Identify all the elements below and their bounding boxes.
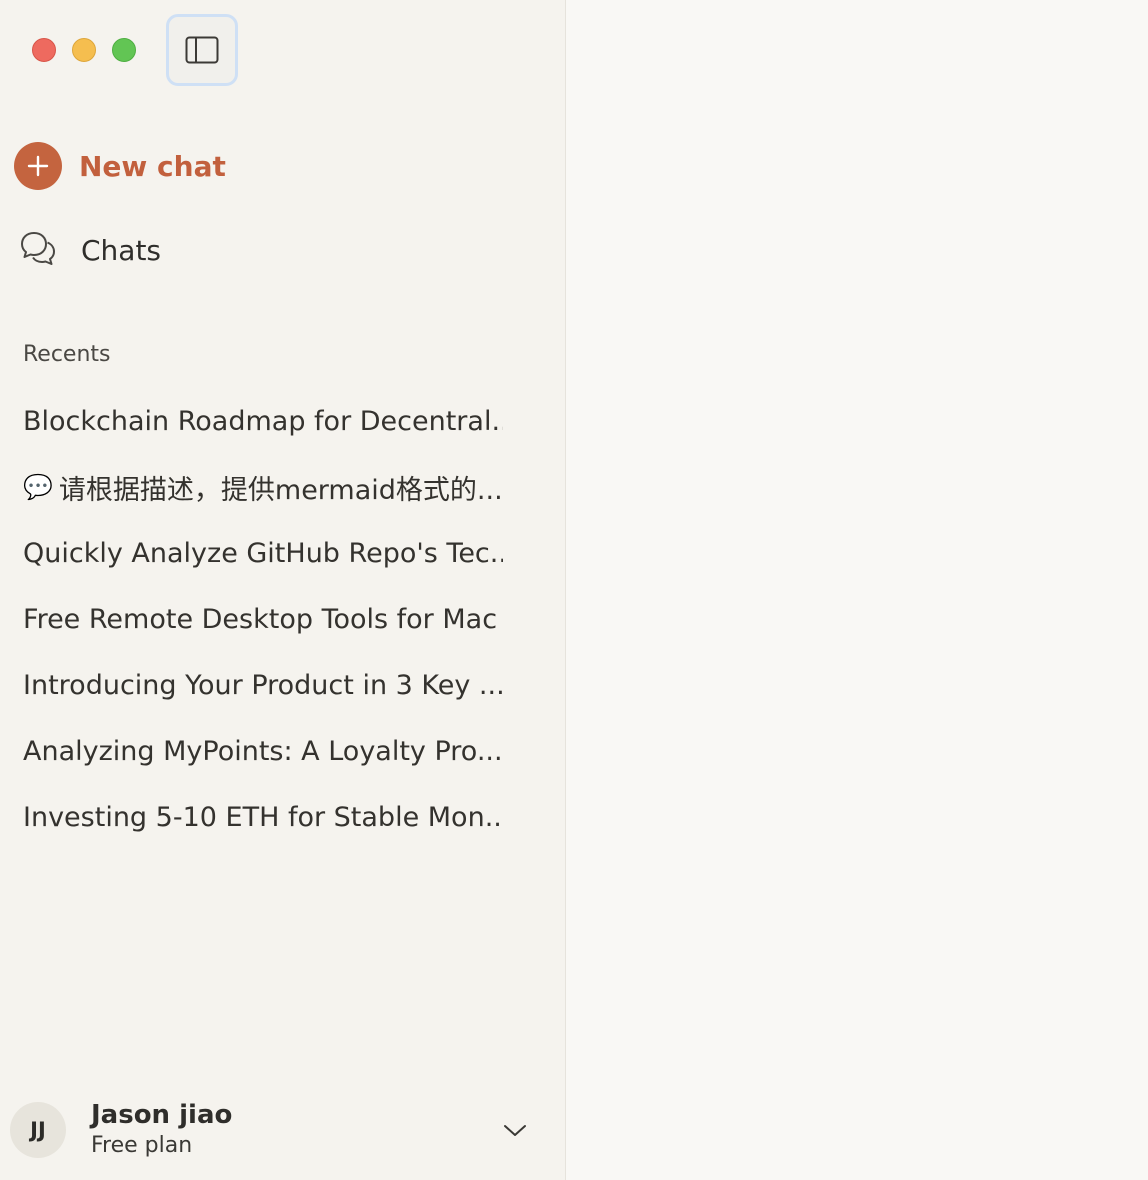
recent-chat-label: Investing 5-10 ETH for Stable Mon... bbox=[23, 801, 503, 833]
chat-bubbles-icon bbox=[21, 232, 55, 265]
chevron-down-icon bbox=[504, 1125, 526, 1136]
main-content-area bbox=[566, 0, 1148, 1180]
sidebar-toggle-icon bbox=[185, 36, 219, 64]
user-plan: Free plan bbox=[91, 1133, 193, 1158]
recent-chat-label: Blockchain Roadmap for Decentral... bbox=[23, 405, 503, 437]
user-info: Jason jiao Free plan bbox=[91, 1099, 232, 1161]
recents-header: Recents bbox=[23, 342, 111, 367]
window-close-button[interactable] bbox=[32, 38, 56, 62]
speech-bubble-icon: 💬 bbox=[23, 473, 53, 501]
recent-chat-label: Free Remote Desktop Tools for Mac bbox=[23, 603, 498, 635]
recent-chat-item[interactable]: Free Remote Desktop Tools for Mac bbox=[0, 586, 520, 652]
recent-chat-item[interactable]: Blockchain Roadmap for Decentral... bbox=[0, 388, 520, 454]
recent-chat-item[interactable]: Investing 5-10 ETH for Stable Mon... bbox=[0, 784, 520, 850]
avatar: JJ bbox=[10, 1102, 66, 1158]
new-chat-button[interactable]: New chat bbox=[14, 142, 226, 190]
window-minimize-button[interactable] bbox=[72, 38, 96, 62]
recent-chat-label: Introducing Your Product in 3 Key ... bbox=[23, 669, 503, 701]
user-menu-button[interactable]: JJ Jason jiao Free plan bbox=[10, 1100, 540, 1160]
app-window: New chat Chats Recents Blockchain Roadma… bbox=[0, 0, 1148, 1180]
recent-chat-label: 请根据描述，提供mermaid格式的... bbox=[58, 474, 503, 506]
user-name: Jason jiao bbox=[91, 1100, 233, 1130]
chats-nav-item[interactable]: Chats bbox=[20, 226, 161, 274]
window-maximize-button[interactable] bbox=[112, 38, 136, 62]
recent-chat-item[interactable]: 💬 请根据描述，提供mermaid格式的... bbox=[0, 454, 520, 520]
sidebar: New chat Chats Recents Blockchain Roadma… bbox=[0, 0, 566, 1180]
recent-chat-item[interactable]: Introducing Your Product in 3 Key ... bbox=[0, 652, 520, 718]
recent-chat-item[interactable]: Quickly Analyze GitHub Repo's Tec... bbox=[0, 520, 520, 586]
recent-chat-label: Quickly Analyze GitHub Repo's Tec... bbox=[23, 537, 503, 569]
new-chat-label: New chat bbox=[79, 149, 226, 183]
plus-icon bbox=[14, 142, 62, 190]
recents-list: Blockchain Roadmap for Decentral... 💬 请根… bbox=[0, 388, 565, 850]
sidebar-toggle-button[interactable] bbox=[166, 14, 238, 86]
recent-chat-label: Analyzing MyPoints: A Loyalty Pro... bbox=[23, 735, 503, 767]
recent-chat-item[interactable]: Analyzing MyPoints: A Loyalty Pro... bbox=[0, 718, 520, 784]
chats-label: Chats bbox=[81, 233, 162, 267]
